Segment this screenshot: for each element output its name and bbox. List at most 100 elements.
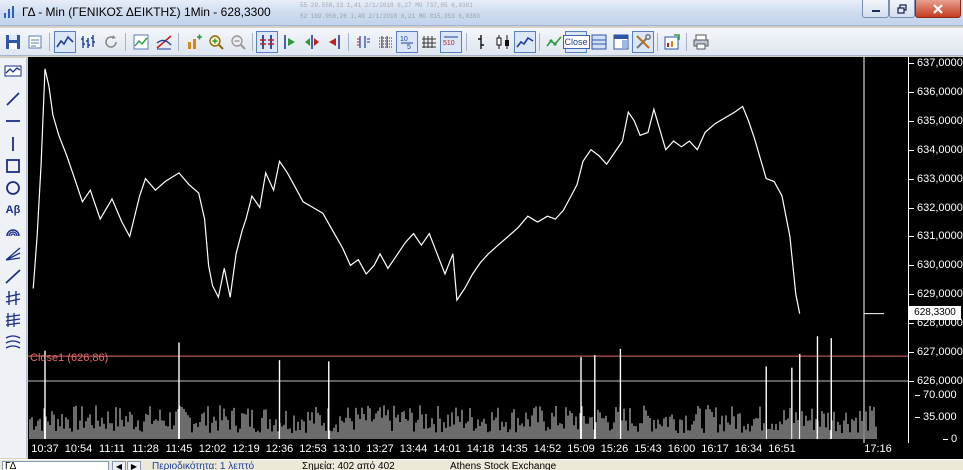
volume-bars-button[interactable] <box>256 31 278 53</box>
time-tick-label: 14:35 <box>500 443 528 455</box>
data-window-button[interactable] <box>352 31 374 53</box>
scroll-right-button[interactable] <box>279 31 301 53</box>
chart-area[interactable]: Close1 (626,86) <box>28 57 908 443</box>
svg-text:510: 510 <box>443 40 455 47</box>
text-tool[interactable]: Αβ <box>2 200 24 220</box>
status-points: Σημεία: 402 από 402 <box>302 461 395 470</box>
background-table-row: 55 29.558,33 1,41 2/1/2018 6,27 MO 737,0… <box>300 2 473 9</box>
zoom-in-button[interactable] <box>205 31 227 53</box>
time-tick-label: 13:44 <box>399 443 428 455</box>
scroll-both-button[interactable] <box>301 31 323 53</box>
tools-icon <box>636 34 651 49</box>
chart-type-tool[interactable] <box>2 61 24 81</box>
price-tick-label: 636,0000 <box>909 85 963 98</box>
ellipse-tool[interactable] <box>2 178 24 198</box>
arrow-right-icon <box>284 35 295 49</box>
time-tick-label: 11:11 <box>99 443 125 455</box>
bar-icon <box>478 35 484 49</box>
minimize-button[interactable] <box>862 0 889 18</box>
title-bar[interactable]: ΓΔ - Min (ΓΕΝΙΚΟΣ ΔΕΙΚΤΗΣ) 1Min - 628,33… <box>0 0 963 26</box>
line-tool[interactable] <box>2 89 24 109</box>
time-tick-label: 16:34 <box>734 443 763 455</box>
close-price-button[interactable]: Close <box>562 31 590 53</box>
save-button[interactable] <box>2 31 24 53</box>
properties-button[interactable] <box>24 31 46 53</box>
close-button[interactable] <box>915 0 961 18</box>
candle-icon <box>496 35 509 49</box>
period-10-icon: 510 <box>443 36 458 47</box>
compare-button[interactable] <box>130 31 152 53</box>
mountain-chart-button[interactable] <box>514 31 536 53</box>
window-icon <box>613 34 629 50</box>
scroll-left-button[interactable] <box>323 31 345 53</box>
window-button[interactable] <box>610 31 632 53</box>
ray-tool[interactable] <box>2 266 24 286</box>
add-study-button[interactable] <box>183 31 205 53</box>
price-tick-label: 631,0000 <box>909 230 963 243</box>
zoom-out-icon <box>231 35 246 50</box>
time-tick-label: 16:51 <box>768 443 796 455</box>
time-tick-label: 16:00 <box>667 443 696 455</box>
grid-toggle-button[interactable] <box>418 31 440 53</box>
indicator-button[interactable] <box>153 31 175 53</box>
ohlc-chart-icon <box>81 35 95 48</box>
window-title: ΓΔ - Min (ΓΕΝΙΚΟΣ ΔΕΙΚΤΗΣ) 1Min - 628,33… <box>22 5 271 19</box>
zoom-out-button[interactable] <box>227 31 249 53</box>
rectangle-tool[interactable] <box>2 156 24 176</box>
price-tick-label: 627,0000 <box>909 346 963 359</box>
time-tick-label: 12:19 <box>232 443 260 455</box>
price-tick-label: 632,0000 <box>909 201 963 214</box>
reference-line-label: Close1 (626,86) <box>30 352 109 365</box>
period-5-button[interactable]: 10 5 <box>396 31 418 53</box>
layout-button[interactable] <box>588 31 610 53</box>
price-line <box>32 68 801 314</box>
background-table: 55 29.558,33 1,41 2/1/2018 6,27 MO 737,0… <box>300 0 860 22</box>
svg-text:5: 5 <box>407 44 411 51</box>
restore-button[interactable] <box>889 0 915 18</box>
price-tick-label: 637,0000 <box>909 57 963 69</box>
indicator-icon <box>156 35 172 50</box>
toolbar: 10 5 510 Close <box>0 28 963 56</box>
horizontal-line-icon <box>6 120 20 122</box>
symbol-select[interactable]: ΓΔ <box>2 461 109 470</box>
fan-tool-icon <box>5 247 21 261</box>
ohlc-chart-button[interactable] <box>77 31 99 53</box>
time-axis[interactable]: 10:37 10:54 11:11 11:28 11:45 12:02 12:19 12:36… <box>28 443 963 459</box>
grid-lines-button[interactable] <box>374 31 396 53</box>
candle-chart-button[interactable] <box>492 31 514 53</box>
ellipse-icon <box>6 181 20 195</box>
horizontal-line-tool[interactable] <box>2 111 24 131</box>
trend-icon <box>546 36 562 47</box>
volume-bars-icon <box>260 35 274 49</box>
prev-button[interactable]: ◀ <box>112 461 126 470</box>
minimize-icon <box>871 9 880 12</box>
print-button[interactable] <box>690 31 712 53</box>
time-tick-label: 12:02 <box>198 443 227 455</box>
chart-canvas[interactable] <box>28 57 908 443</box>
arrow-both-icon <box>305 35 319 49</box>
fan-tool[interactable] <box>2 244 24 264</box>
tools-button[interactable] <box>632 31 654 53</box>
background-table-row: 52 189.059,26 1,49 2/1/2018 6,21 MO 815,… <box>300 13 481 20</box>
line-chart-button[interactable] <box>54 31 76 53</box>
arc-tool[interactable] <box>2 222 24 242</box>
cycles-tool[interactable] <box>2 332 24 352</box>
drawing-toolbar: Αβ <box>0 58 27 458</box>
print-icon <box>693 34 709 50</box>
next-icon: ▶ <box>130 462 138 470</box>
price-tick-label: 633,0000 <box>909 172 963 185</box>
time-tick-label: 10:37 <box>31 443 59 455</box>
fibonacci-tool[interactable] <box>2 310 24 330</box>
bar-chart-button[interactable] <box>470 31 492 53</box>
vertical-line-tool[interactable] <box>2 134 24 154</box>
price-tick-label: 629,0000 <box>909 288 963 301</box>
next-button[interactable]: ▶ <box>127 461 141 470</box>
restore-icon <box>897 3 907 14</box>
refresh-button[interactable] <box>100 31 122 53</box>
arrow-left-icon <box>329 35 340 49</box>
price-axis[interactable]: 637,0000 636,0000 635,0000 634,0000 633,0000… <box>908 57 963 445</box>
channel-tool[interactable] <box>2 288 24 308</box>
period-10-button[interactable]: 510 <box>440 31 462 53</box>
grid-lines-icon <box>379 36 392 48</box>
export-button[interactable] <box>661 31 683 53</box>
